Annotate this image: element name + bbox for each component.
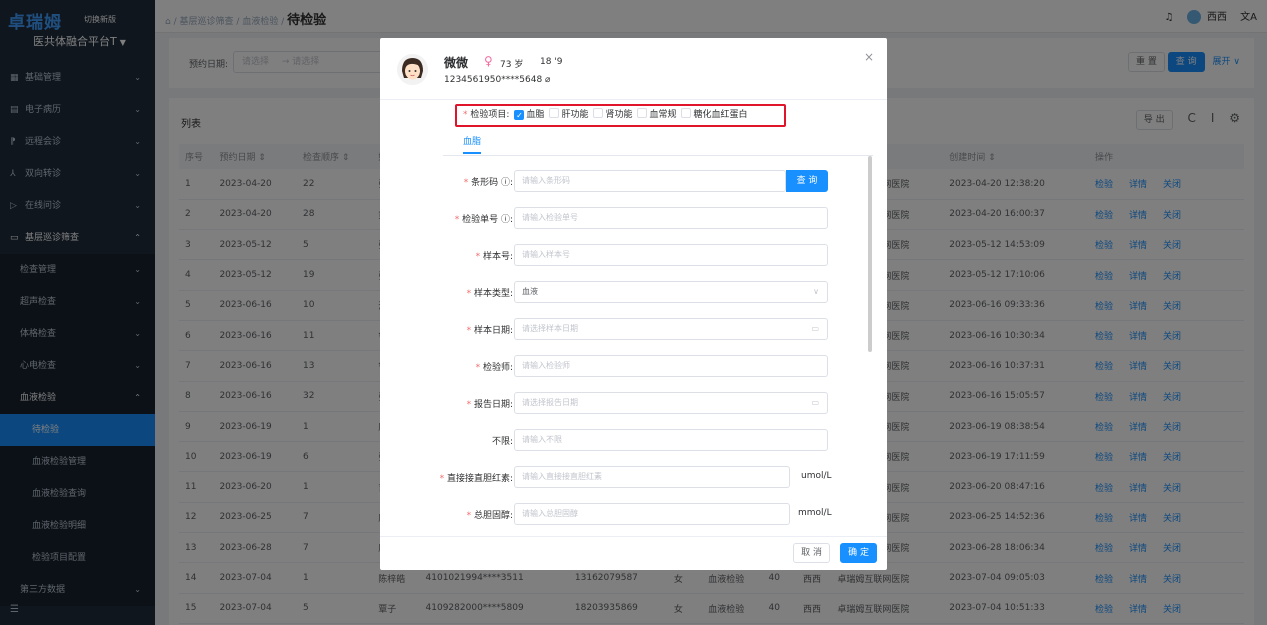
- form-input[interactable]: 请输入不限: [514, 429, 828, 451]
- form-input[interactable]: 请输入检验单号: [514, 207, 828, 229]
- form-row: * 检验单号 ⓘ: 请输入检验单号: [380, 207, 887, 229]
- field-label-text: 条形码 ⓘ:: [471, 178, 513, 188]
- checked-icon: ✓: [514, 110, 525, 120]
- field-label-text: 检验单号 ⓘ:: [462, 215, 513, 225]
- exam-item-checkbox[interactable]: 肾功能: [588, 108, 633, 120]
- form-input[interactable]: 请输入检验师: [514, 355, 828, 377]
- field-label: * 样本号:: [476, 249, 513, 262]
- calendar-icon: ▭: [811, 324, 819, 333]
- exam-items-group: * 检验项目: ✓ 血脂 肝功能 肾功能 血常规 糖化血红蛋白: [455, 104, 786, 127]
- required-mark: *: [475, 363, 483, 373]
- confirm-button[interactable]: 确 定: [840, 543, 877, 563]
- field-label-text: 样本号:: [482, 252, 513, 262]
- required-mark: *: [475, 252, 483, 262]
- required-mark: *: [454, 215, 463, 225]
- form-input[interactable]: 请选择样本日期 ▭: [514, 318, 828, 340]
- patient-id-number: 1234561950****5648 ⌀: [444, 75, 550, 85]
- field-label-text: 样本日期:: [473, 326, 513, 336]
- id-number-text: 1234561950****5648: [444, 75, 543, 85]
- required-mark: *: [466, 400, 474, 410]
- tab-blood-lipid[interactable]: 血脂: [463, 134, 482, 154]
- exam-item-checkbox[interactable]: ✓ 血脂: [509, 110, 544, 120]
- patient-phone: 18 '9: [540, 57, 563, 67]
- form-input[interactable]: 请输入总胆固醇: [514, 503, 790, 525]
- patient-avatar-icon: [397, 54, 428, 85]
- field-label-text: 不限:: [491, 437, 513, 447]
- checkbox-icon: [593, 108, 604, 118]
- checkbox-label: 糖化血红蛋白: [693, 110, 748, 120]
- dialog-header: 微微 ♀ 73 岁 18 '9 1234561950****5648 ⌀ ×: [380, 38, 887, 100]
- form-input[interactable]: 请选择报告日期 ▭: [514, 392, 828, 414]
- patient-age: 73 岁: [500, 60, 524, 70]
- female-icon: ♀: [484, 54, 493, 68]
- cancel-button[interactable]: 取 消: [793, 543, 830, 563]
- field-label: * 报告日期:: [467, 397, 513, 410]
- field-label: * 条形码 ⓘ:: [464, 175, 513, 188]
- field-label: 不限:: [492, 434, 513, 447]
- required-mark: *: [466, 289, 474, 299]
- required-mark: *: [463, 110, 468, 120]
- form-row: 不限: 请输入不限: [380, 429, 887, 451]
- exam-item-checkbox[interactable]: 糖化血红蛋白: [676, 108, 748, 120]
- eye-off-icon[interactable]: ⌀: [545, 75, 550, 85]
- field-label: * 样本日期:: [467, 323, 513, 336]
- required-mark: *: [439, 474, 447, 484]
- required-mark: *: [466, 326, 474, 336]
- form-input[interactable]: 血液 ∨: [514, 281, 828, 303]
- calendar-icon: ▭: [811, 398, 819, 407]
- checkbox-label: 血脂: [526, 110, 545, 120]
- unit-label: mmol/L: [798, 508, 832, 518]
- checkbox-label: 肝功能: [561, 110, 589, 120]
- barcode-query-button[interactable]: 查 询: [786, 170, 828, 192]
- exam-item-checkbox[interactable]: 血常规: [632, 108, 677, 120]
- chevron-down-icon: ∨: [813, 287, 819, 296]
- checkbox-icon: [681, 108, 692, 118]
- form-row: * 条形码 ⓘ: 请输入条形码查 询: [380, 170, 887, 192]
- form-row: * 总胆固醇: 请输入总胆固醇 mmol/L: [380, 503, 887, 525]
- form-row: * 直接接直胆红素: 请输入直接接直胆红素 umol/L: [380, 466, 887, 488]
- exam-items-label: 检验项目:: [470, 110, 510, 120]
- unit-label: umol/L: [801, 471, 832, 481]
- field-label-text: 总胆固醇:: [473, 511, 513, 521]
- field-label-text: 直接接直胆红素:: [446, 474, 513, 484]
- form-input[interactable]: 请输入条形码: [514, 170, 786, 192]
- form-row: * 样本号: 请输入样本号: [380, 244, 887, 266]
- form-input[interactable]: 请输入直接接直胆红素: [514, 466, 790, 488]
- form-row: * 样本日期: 请选择样本日期 ▭: [380, 318, 887, 340]
- required-mark: *: [463, 178, 472, 188]
- checkbox-label: 肾功能: [605, 110, 633, 120]
- tab-divider: [443, 155, 873, 156]
- exam-item-checkbox[interactable]: 肝功能: [544, 108, 589, 120]
- field-label: * 总胆固醇:: [467, 508, 513, 521]
- field-label-text: 检验师:: [482, 363, 513, 373]
- form-row: * 报告日期: 请选择报告日期 ▭: [380, 392, 887, 414]
- field-label-text: 报告日期:: [473, 400, 513, 410]
- required-mark: *: [466, 511, 474, 521]
- checkbox-icon: [549, 108, 560, 118]
- field-label: * 检验师:: [476, 360, 513, 373]
- form-input[interactable]: 请输入样本号: [514, 244, 828, 266]
- checkbox-icon: [637, 108, 648, 118]
- form-row: * 样本类型: 血液 ∨: [380, 281, 887, 303]
- dialog-footer: 取 消 确 定: [380, 536, 887, 570]
- field-label: * 检验单号 ⓘ:: [455, 212, 513, 225]
- close-icon[interactable]: ×: [864, 50, 874, 64]
- field-label-text: 样本类型:: [473, 289, 513, 299]
- exam-dialog: 微微 ♀ 73 岁 18 '9 1234561950****5648 ⌀ × *…: [380, 38, 887, 570]
- form-row: * 检验师: 请输入检验师: [380, 355, 887, 377]
- field-label: * 直接接直胆红素:: [440, 471, 513, 484]
- field-label: * 样本类型:: [467, 286, 513, 299]
- patient-name: 微微: [444, 56, 469, 70]
- exam-checkboxes: ✓ 血脂 肝功能 肾功能 血常规 糖化血红蛋白: [509, 108, 748, 120]
- checkbox-label: 血常规: [649, 110, 677, 120]
